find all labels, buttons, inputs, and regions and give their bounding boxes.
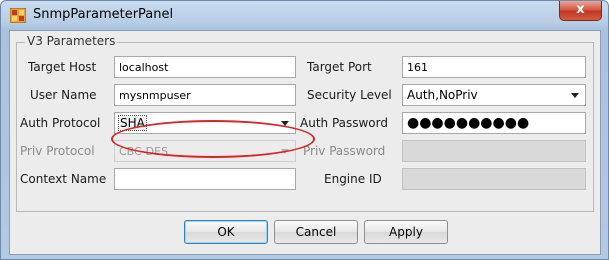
security-level-value: Auth,NoPriv — [407, 88, 478, 102]
annotation-ellipse — [111, 120, 315, 158]
engine-id-input[interactable] — [402, 168, 586, 190]
apply-button[interactable]: Apply — [364, 220, 448, 244]
close-button[interactable]: x — [559, 1, 602, 21]
window-title: SnmpParameterPanel — [33, 7, 174, 22]
group-title: V3 Parameters — [25, 34, 118, 48]
v3-parameters-group: V3 Parameters Target Host localhost Targ… — [16, 34, 594, 212]
ok-button[interactable]: OK — [184, 220, 268, 244]
user-name-label: User Name — [30, 88, 97, 102]
priv-password-label: Priv Password — [303, 144, 386, 158]
target-port-input[interactable]: 161 — [402, 56, 586, 78]
auth-protocol-label: Auth Protocol — [20, 116, 101, 130]
cancel-button[interactable]: Cancel — [274, 220, 358, 244]
context-name-input[interactable] — [114, 168, 296, 190]
target-host-label: Target Host — [28, 60, 97, 74]
user-name-input[interactable]: mysnmpuser — [114, 84, 296, 106]
priv-password-input[interactable] — [402, 140, 586, 162]
java-app-icon — [10, 8, 26, 23]
panel-body: V3 Parameters Target Host localhost Targ… — [9, 30, 601, 255]
chevron-down-icon — [571, 93, 579, 98]
close-icon: x — [576, 2, 585, 17]
context-name-label: Context Name — [20, 172, 107, 186]
target-port-label: Target Port — [307, 60, 372, 74]
auth-password-label: Auth Password — [300, 116, 388, 130]
target-host-input[interactable]: localhost — [114, 56, 296, 78]
title-bar[interactable]: SnmpParameterPanel x — [1, 1, 608, 29]
security-level-label: Security Level — [307, 88, 392, 102]
priv-protocol-label: Priv Protocol — [20, 144, 95, 158]
dialog-window: SnmpParameterPanel x V3 Parameters Targe… — [0, 0, 609, 260]
engine-id-label: Engine ID — [324, 172, 382, 186]
security-level-select[interactable]: Auth,NoPriv — [402, 84, 586, 106]
auth-password-input[interactable]: ●●●●●●●●●● — [402, 112, 586, 134]
